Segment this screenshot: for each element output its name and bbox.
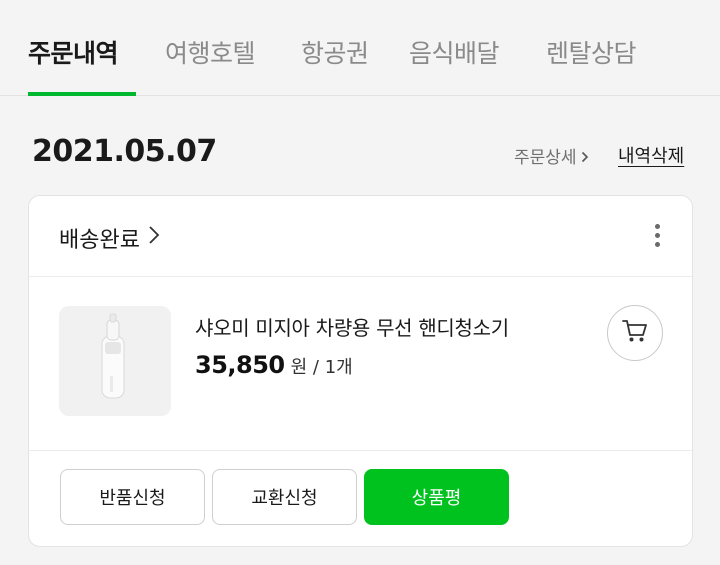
write-review-button[interactable]: 상품평	[364, 469, 509, 525]
tab-food-delivery[interactable]: 음식배달	[409, 34, 500, 70]
card-divider	[29, 276, 692, 277]
order-card: 배송완료 샤오미 미지아 차량용 무선 핸디청소기 35,850 원 / 1개	[28, 195, 693, 547]
tab-travel-hotel[interactable]: 여행호텔	[165, 34, 256, 70]
tab-flights[interactable]: 항공권	[301, 34, 369, 70]
product-thumbnail[interactable]	[59, 306, 171, 416]
order-date: 2021.05.07	[32, 134, 217, 169]
price-unit-quantity: 원 / 1개	[290, 357, 353, 378]
product-price: 35,850	[195, 351, 285, 379]
delete-history-link[interactable]: 내역삭제	[618, 142, 684, 168]
category-tab-bar: 주문내역 여행호텔 항공권 음식배달 렌탈상담	[0, 0, 720, 96]
card-divider	[29, 450, 692, 451]
chevron-right-icon	[140, 225, 160, 251]
tab-order-history[interactable]: 주문내역	[28, 34, 119, 70]
cart-icon	[621, 318, 649, 348]
price-row: 35,850 원 / 1개	[195, 351, 353, 379]
chevron-right-icon	[581, 148, 589, 168]
exchange-request-button[interactable]: 교환신청	[212, 469, 357, 525]
return-request-button[interactable]: 반품신청	[60, 469, 205, 525]
add-to-cart-button[interactable]	[607, 305, 663, 361]
delivery-status-label: 배송완료	[59, 228, 140, 253]
order-detail-link[interactable]: 주문상세	[514, 143, 589, 168]
product-name[interactable]: 샤오미 미지아 차량용 무선 핸디청소기	[195, 312, 509, 341]
tab-rental-consult[interactable]: 렌탈상담	[546, 34, 637, 70]
kebab-menu-icon[interactable]	[652, 222, 664, 250]
active-tab-indicator	[28, 92, 136, 96]
delivery-status-link[interactable]: 배송완료	[59, 222, 160, 254]
order-detail-label: 주문상세	[514, 148, 577, 168]
